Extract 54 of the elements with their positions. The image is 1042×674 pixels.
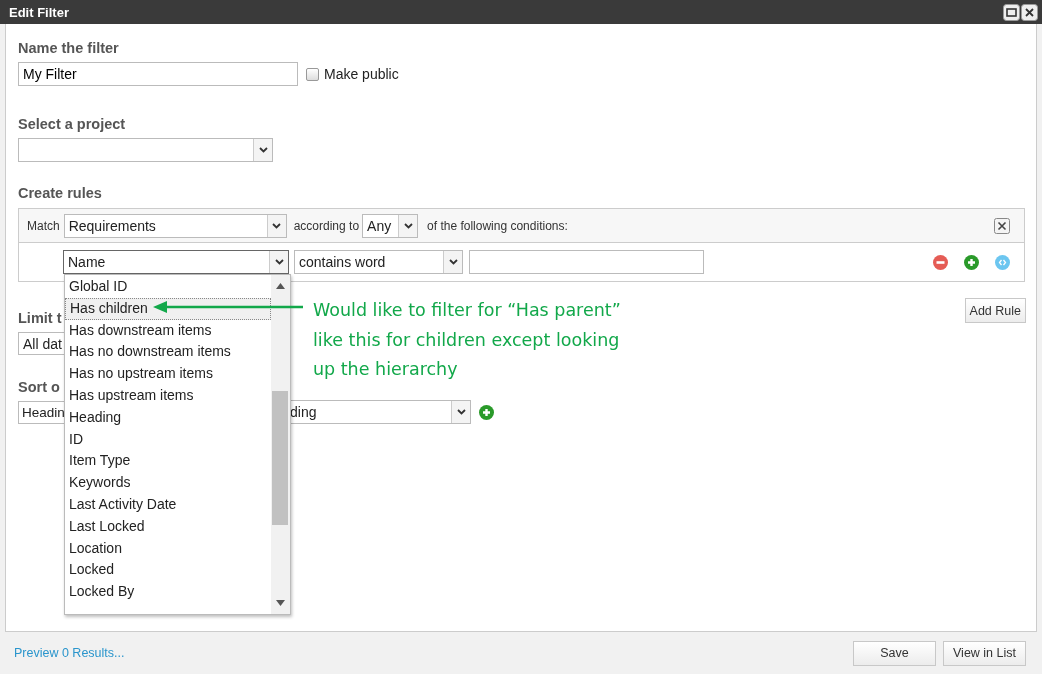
- dropdown-option[interactable]: Last Locked: [65, 515, 271, 538]
- according-to-label: according to: [293, 218, 360, 233]
- nested-group-icon[interactable]: [995, 254, 1010, 270]
- make-public-label: Make public: [324, 66, 399, 82]
- section-label: Limit t: [18, 310, 62, 326]
- maximize-icon[interactable]: [1003, 3, 1020, 21]
- add-icon[interactable]: [964, 254, 979, 270]
- dropdown-option[interactable]: Locked By: [65, 581, 271, 603]
- dropdown-option[interactable]: Has no downstream items: [65, 341, 271, 364]
- match-label: Match: [27, 218, 60, 233]
- dropdown-option[interactable]: Has children: [65, 297, 271, 320]
- chevron-down-icon: [448, 259, 458, 265]
- scrollbar-thumb[interactable]: [272, 391, 288, 525]
- dropdown-option[interactable]: Locked: [65, 559, 271, 582]
- make-public-checkbox[interactable]: [306, 67, 319, 81]
- close-icon[interactable]: [1021, 3, 1038, 21]
- dropdown-option[interactable]: Location: [65, 537, 271, 560]
- chevron-down-icon: [403, 222, 413, 229]
- dropdown-option[interactable]: Item Type: [65, 450, 271, 473]
- annotation-text: Would like to filter for “Has parent”: [313, 299, 621, 322]
- dropdown-option[interactable]: Last Activity Date: [65, 493, 271, 516]
- dropdown-option[interactable]: Has downstream items: [65, 319, 271, 342]
- scroll-up-icon[interactable]: [276, 283, 285, 289]
- add-rule-button[interactable]: Add Rule: [964, 298, 1026, 323]
- chevron-down-icon: [456, 409, 466, 415]
- any-select[interactable]: Any: [362, 213, 419, 238]
- footer-button[interactable]: Save: [853, 640, 936, 666]
- filter-name-field[interactable]: My Filter: [18, 62, 298, 86]
- dropdown-option[interactable]: Has no upstream items: [65, 363, 271, 385]
- chevron-down-icon: [272, 222, 282, 229]
- annotation-text: like this for children except looking: [313, 328, 621, 352]
- section-label: Sort o: [18, 379, 60, 395]
- chevron-down-icon: [258, 147, 268, 153]
- project-select[interactable]: [18, 138, 273, 162]
- dropdown-option[interactable]: ID: [65, 428, 271, 451]
- scrollbar[interactable]: [271, 275, 290, 614]
- section-label: Select a project: [18, 116, 127, 132]
- section-label: Create rules: [18, 185, 103, 201]
- value-field[interactable]: [469, 250, 704, 274]
- match-select[interactable]: Requirements: [63, 213, 287, 238]
- add-icon[interactable]: [479, 404, 494, 420]
- close-icon[interactable]: [994, 217, 1010, 234]
- chevron-down-icon: [274, 259, 284, 265]
- field-select[interactable]: Name: [63, 250, 289, 274]
- remove-icon[interactable]: [933, 254, 948, 270]
- section-label: Name the filter: [18, 40, 120, 56]
- window-title: Edit Filter: [9, 4, 69, 20]
- annotation-text: up the hierarchy: [313, 358, 459, 381]
- operator-select[interactable]: contains word: [294, 250, 463, 274]
- footer-button[interactable]: View in List: [943, 640, 1026, 666]
- dropdown-option[interactable]: Keywords: [65, 472, 271, 494]
- dropdown-option[interactable]: Global ID: [65, 276, 271, 298]
- scroll-down-icon[interactable]: [276, 600, 285, 606]
- conditions-label: of the following conditions:: [427, 218, 568, 233]
